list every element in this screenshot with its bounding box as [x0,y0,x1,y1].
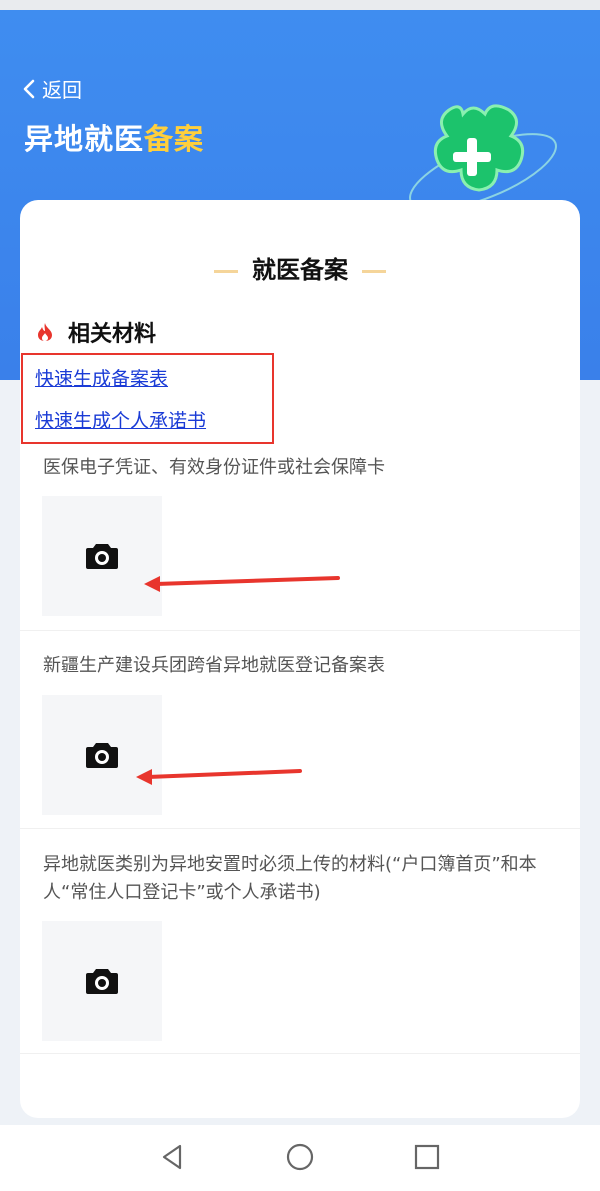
upload-item-label-3: 异地就医类别为异地安置时必须上传的材料(“户口簿首页”和本人“常住人口登记卡”或… [43,854,537,903]
fire-icon [38,323,52,341]
item-divider [20,828,580,829]
title-dash-right [362,269,386,273]
back-triangle-icon[interactable] [158,1142,188,1172]
upload-item-label-2: 新疆生产建设兵团跨省异地就医登记备案表 [43,655,385,676]
upload-box-3[interactable] [42,921,162,1041]
item-divider [20,630,580,631]
generate-commitment-letter-link[interactable]: 快速生成个人承诺书 [35,406,206,433]
section-title-text: 就医备案 [252,256,348,284]
item-divider [20,1053,580,1054]
status-bar [0,0,600,10]
recents-square-icon[interactable] [412,1142,442,1172]
section-title: 就医备案 [20,250,580,285]
chevron-left-icon [23,79,35,98]
camera-icon [86,544,118,569]
title-dash-left [214,269,238,273]
upload-item-label-1: 医保电子凭证、有效身份证件或社会保障卡 [43,457,385,478]
system-navigation-bar [0,1125,600,1191]
related-materials-label: 相关材料 [68,322,157,347]
annotation-arrow-1 [144,576,340,592]
page-title-main: 异地就医 [24,122,145,156]
generate-filing-form-link[interactable]: 快速生成备案表 [35,364,168,391]
upload-box-2[interactable] [42,695,162,815]
back-button[interactable]: 返回 [22,74,82,103]
page-title-highlight: 备案 [144,122,205,156]
upload-box-1[interactable] [42,496,162,616]
camera-icon [86,969,118,994]
camera-icon [86,743,118,768]
page-title: 异地就医备案 [24,116,204,158]
related-materials-heading: 相关材料 [36,316,156,348]
filing-card: 就医备案 相关材料 快速生成备案表 快速生成个人承诺书 医保电子凭证、有效身份证… [20,200,580,1118]
back-label: 返回 [42,78,82,102]
annotation-arrow-2 [136,769,302,785]
home-circle-icon[interactable] [285,1142,315,1172]
